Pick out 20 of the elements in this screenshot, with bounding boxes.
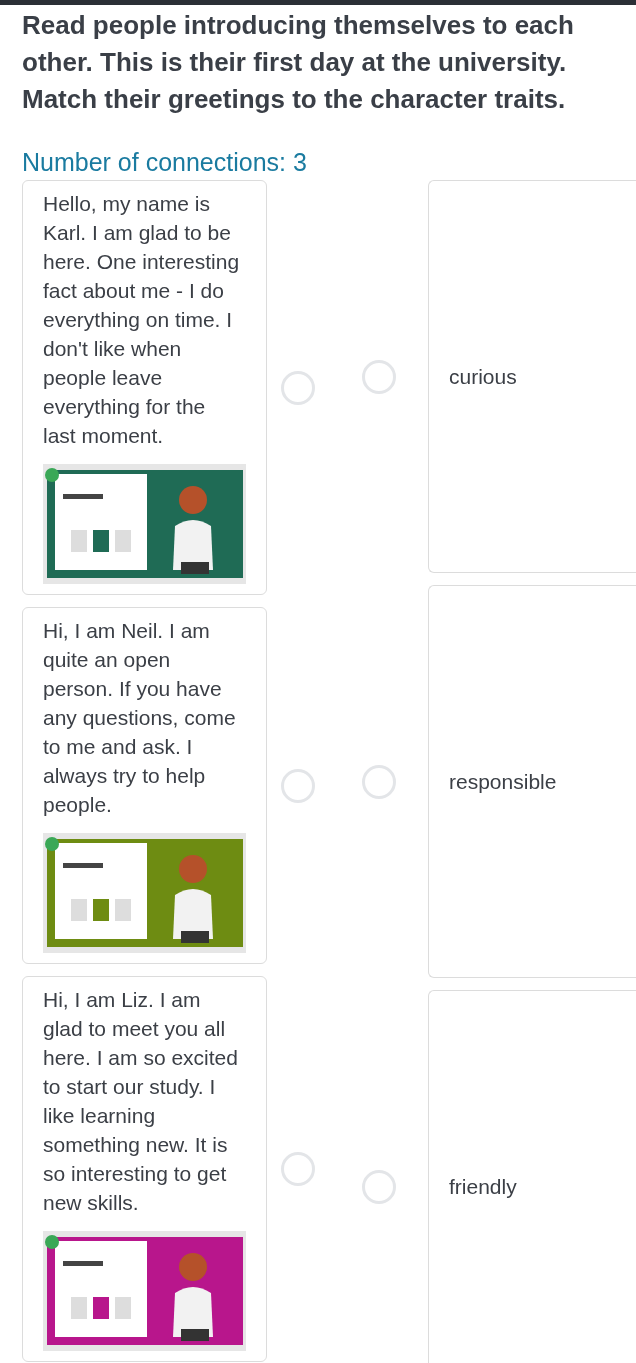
greeting-text: Hello, my name is Karl. I am glad to be here. One interesting fact about me - I do everything on time. I don't like when people leave everything for the last moment. (43, 191, 241, 449)
connection-point[interactable] (281, 1152, 315, 1186)
greeting-text: Hi, I am Neil. I am quite an open person. If you have any questions, come to me and ask. I always try to help people. (43, 618, 237, 818)
connection-point[interactable] (281, 768, 315, 803)
connection-point[interactable] (361, 359, 396, 394)
trait-label: responsible (449, 769, 557, 794)
greeting-card[interactable]: Hi, I am Liz. I am glad to meet you all here. I am so excited to start our study. I like learning something new. It is so interesting to get new skills. (22, 976, 267, 1362)
greeting-text: Hi, I am Liz. I am glad to meet you all here. I am so excited to start our study. I like learning something new. It is so interesting to get new skills. (43, 987, 239, 1216)
connection-point[interactable] (281, 370, 315, 405)
connection-point[interactable] (361, 764, 396, 799)
trait-label: curious (449, 364, 517, 389)
trait-card[interactable]: curious (428, 180, 636, 573)
trait-label: friendly (449, 1174, 517, 1199)
trait-card[interactable]: responsible (428, 585, 636, 978)
connections-count: Number of connections: 3 (22, 147, 308, 178)
connection-point[interactable] (361, 1169, 396, 1204)
greeting-card[interactable]: Hello, my name is Karl. I am glad to be here. One interesting fact about me - I do everything on time. I don't like when people leave everything for the last moment. (22, 180, 267, 595)
greeting-card[interactable]: Hi, I am Neil. I am quite an open person. If you have any questions, come to me and ask. I always try to help people. (22, 607, 267, 964)
task-instructions: Read people introducing themselves to each other. This is their first day at the university. Match their greetings to the character traits. (21, 9, 575, 116)
trait-card[interactable]: friendly (428, 990, 636, 1363)
